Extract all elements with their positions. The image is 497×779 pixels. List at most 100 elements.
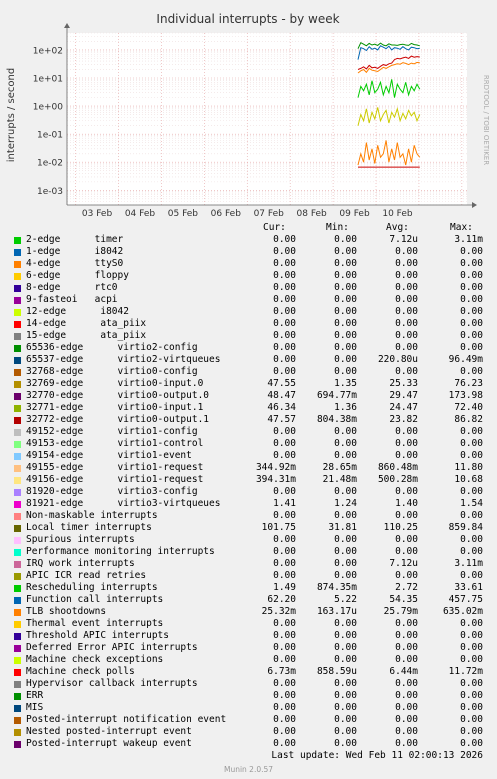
legend-swatch — [14, 261, 21, 268]
legend-label: Posted-interrupt wakeup event — [26, 738, 192, 749]
legend-max: 0.00 — [460, 306, 483, 317]
legend-max: 1.54 — [460, 498, 483, 509]
legend-swatch — [14, 405, 21, 412]
legend-avg: 0.00 — [395, 282, 418, 293]
x-tick-label: 03 Feb — [82, 209, 113, 219]
legend-avg: 6.44m — [389, 666, 418, 677]
legend-row: 14-edge ata_piix 0.00 0.00 0.00 0.00 — [0, 318, 497, 330]
legend-max: 10.68 — [454, 474, 483, 485]
legend-cur: 0.00 — [273, 342, 296, 353]
legend-min: 0.00 — [334, 318, 357, 329]
legend-avg: 860.48m — [377, 462, 418, 473]
legend-row: 49152-edge virtio1-config 0.00 0.00 0.00 0.0… — [0, 426, 497, 438]
legend-swatch — [14, 729, 21, 736]
legend-min: 0.00 — [334, 354, 357, 365]
legend-avg: 0.00 — [395, 510, 418, 521]
legend-swatch — [14, 525, 21, 532]
legend-avg: 0.00 — [395, 642, 418, 653]
legend-label: Nested posted-interrupt event — [26, 726, 192, 737]
legend-max: 86.82 — [454, 414, 483, 425]
legend-avg: 220.80u — [377, 354, 418, 365]
legend-row: 49153-edge virtio1-control 0.00 0.00 0.00 0.… — [0, 438, 497, 450]
legend-cur: 6.73m — [267, 666, 296, 677]
legend-max: 3.11m — [454, 234, 483, 245]
legend-max: 0.00 — [460, 294, 483, 305]
legend-max: 0.00 — [460, 702, 483, 713]
legend-avg: 0.00 — [395, 330, 418, 341]
legend-min: 0.00 — [334, 366, 357, 377]
legend-row: 2-edge timer 0.00 0.00 7.12u 3.11m — [0, 234, 497, 246]
legend-row: 49156-edge virtio1-request 394.31m 21.48m 5… — [0, 474, 497, 486]
legend-min: 5.22 — [334, 594, 357, 605]
legend-cur: 0.00 — [273, 630, 296, 641]
legend-label: Posted-interrupt notification event — [26, 714, 227, 725]
legend-avg: 0.00 — [395, 546, 418, 557]
legend-swatch — [14, 417, 21, 424]
legend-avg: 7.12u — [389, 234, 418, 245]
legend-swatch — [14, 345, 21, 352]
legend-swatch — [14, 357, 21, 364]
legend-max: 0.00 — [460, 282, 483, 293]
legend-avg: 0.00 — [395, 690, 418, 701]
legend-label: 4-edge ttyS0 — [26, 258, 124, 269]
legend-avg: 54.35 — [389, 594, 418, 605]
legend-swatch — [14, 585, 21, 592]
legend-cur: 0.00 — [273, 366, 296, 377]
legend-min: 0.00 — [334, 426, 357, 437]
legend-row: MIS 0.00 0.00 0.00 0.00 — [0, 702, 497, 714]
legend-swatch — [14, 465, 21, 472]
legend-cur: 0.00 — [273, 738, 296, 749]
legend-header: Cur: Min: Avg: Max: — [0, 222, 497, 234]
legend-label: Rescheduling interrupts — [26, 582, 158, 593]
legend-header-min: Min: — [326, 222, 349, 233]
legend-row: IRQ work interrupts 0.00 0.00 7.12u 3.11m — [0, 558, 497, 570]
y-tick-label: 1e+00 — [33, 103, 64, 113]
legend-avg: 0.00 — [395, 738, 418, 749]
legend-avg: 7.12u — [389, 558, 418, 569]
legend-min: 0.00 — [334, 534, 357, 545]
legend-label: 49155-edge virtio1-request — [26, 462, 204, 473]
legend-avg: 24.47 — [389, 402, 418, 413]
legend-row: Thermal event interrupts 0.00 0.00 0.00 0.00 — [0, 618, 497, 630]
legend-cur: 0.00 — [273, 714, 296, 725]
legend-swatch — [14, 429, 21, 436]
legend-row: 1-edge i8042 0.00 0.00 0.00 0.00 — [0, 246, 497, 258]
legend-swatch — [14, 273, 21, 280]
legend-max: 0.00 — [460, 630, 483, 641]
legend-label: 32768-edge virtio0-config — [26, 366, 198, 377]
legend-swatch — [14, 249, 21, 256]
x-tick-label: 04 Feb — [125, 209, 156, 219]
legend-avg: 0.00 — [395, 306, 418, 317]
legend-swatch — [14, 621, 21, 628]
legend-max: 11.80 — [454, 462, 483, 473]
legend-label: Hypervisor callback interrupts — [26, 678, 198, 689]
legend-max: 0.00 — [460, 714, 483, 725]
legend-min: 0.00 — [334, 294, 357, 305]
legend-cur: 62.20 — [267, 594, 296, 605]
legend-cur: 344.92m — [255, 462, 296, 473]
legend-swatch — [14, 453, 21, 460]
y-tick-label: 1e+02 — [33, 46, 63, 56]
legend-cur: 0.00 — [273, 270, 296, 281]
legend-swatch — [14, 705, 21, 712]
legend-row: Non-maskable interrupts 0.00 0.00 0.00 0.00 — [0, 510, 497, 522]
legend-swatch — [14, 573, 21, 580]
legend-swatch — [14, 609, 21, 616]
legend-header-max: Max: — [450, 222, 473, 233]
legend-min: 163.17u — [316, 606, 357, 617]
legend-row: TLB shootdowns 25.32m 163.17u 25.79m 635.02m — [0, 606, 497, 618]
legend-max: 0.00 — [460, 618, 483, 629]
legend-min: 0.00 — [334, 738, 357, 749]
legend-label: 6-edge floppy — [26, 270, 129, 281]
y-tick-label: 1e+01 — [33, 74, 63, 84]
legend-row: APIC ICR read retries 0.00 0.00 0.00 0.00 — [0, 570, 497, 582]
legend-max: 0.00 — [460, 450, 483, 461]
legend-label: Deferred Error APIC interrupts — [26, 642, 198, 653]
y-tick-label: 1e-01 — [37, 131, 63, 141]
legend-avg: 0.00 — [395, 270, 418, 281]
x-tick-label: 05 Feb — [168, 209, 199, 219]
legend-cur: 0.00 — [273, 294, 296, 305]
legend-row: 8-edge rtc0 0.00 0.00 0.00 0.00 — [0, 282, 497, 294]
last-update: Last update: Wed Feb 11 02:00:13 2026 — [271, 750, 483, 761]
legend-header-cur: Cur: — [263, 222, 286, 233]
